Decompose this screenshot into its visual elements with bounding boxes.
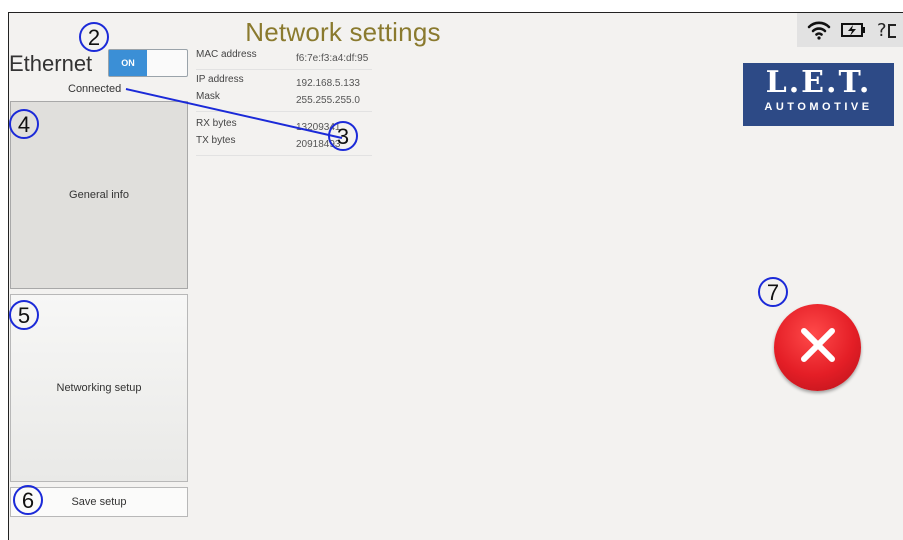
- annotation-badge-4: 4: [9, 109, 39, 139]
- annotation-badge-3: 3: [328, 121, 358, 151]
- annotation-badge-2: 2: [79, 22, 109, 52]
- annotation-badge-7: 7: [758, 277, 788, 307]
- app-screen: Network settings ? Ethernet ON Connected…: [8, 12, 903, 540]
- annotation-badge-6: 6: [13, 485, 43, 515]
- annotation-badge-5: 5: [9, 300, 39, 330]
